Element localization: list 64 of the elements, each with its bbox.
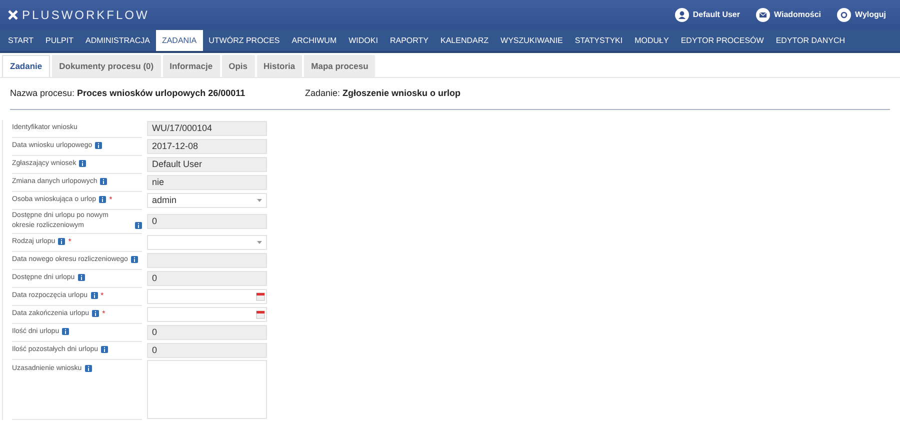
process-name: Nazwa procesu: Proces wniosków urlopowych 26/00011 <box>10 87 246 100</box>
tab[interactable]: Informacje <box>162 55 220 77</box>
info-icon[interactable] <box>79 160 86 166</box>
tab[interactable]: Opis <box>222 55 254 77</box>
logo-text: PLUSWORKFLOW <box>22 7 150 24</box>
tab[interactable]: Historia <box>256 55 302 77</box>
readonly-field: Default User <box>147 157 267 172</box>
date-field[interactable] <box>147 289 267 304</box>
readonly-field: 0 <box>147 343 267 358</box>
logo-icon <box>8 10 18 20</box>
caret-icon <box>257 199 262 202</box>
readonly-field: 2017-12-08 <box>147 139 267 154</box>
header-link[interactable]: Wiadomości <box>756 8 822 22</box>
info-icon[interactable] <box>92 310 100 316</box>
info-icon[interactable] <box>101 346 108 352</box>
info-icon[interactable] <box>90 292 98 298</box>
date-field[interactable] <box>147 307 267 322</box>
info-icon[interactable] <box>84 364 92 372</box>
nav-item[interactable]: EDYTOR DANYCH <box>770 30 852 51</box>
readonly-field: 0 <box>147 271 267 286</box>
info-icon[interactable] <box>62 328 70 334</box>
required-mark: * <box>109 194 112 204</box>
readonly-field: WU/17/000104 <box>147 121 267 136</box>
nav-item[interactable]: WIDOKI <box>342 30 384 51</box>
nav-item[interactable]: ZADANIA <box>156 30 203 51</box>
info-icon[interactable] <box>78 274 85 280</box>
info-icon[interactable] <box>99 196 106 202</box>
required-mark: * <box>100 290 104 300</box>
calendar-icon[interactable] <box>256 292 265 301</box>
caret-icon <box>257 241 262 244</box>
nav-item[interactable]: ARCHIWUM <box>286 30 343 51</box>
tab[interactable]: Dokumenty procesu (0) <box>52 55 161 77</box>
nav-item[interactable]: MODUŁY <box>628 30 675 51</box>
user-icon <box>674 8 689 22</box>
readonly-field: 0 <box>147 214 267 229</box>
dropdown-field[interactable]: admin <box>147 193 267 208</box>
nav-item[interactable]: UTWÓRZ PROCES <box>202 30 286 51</box>
tab[interactable]: Mapa procesu <box>304 55 376 77</box>
nav-item[interactable]: RAPORTY <box>384 30 434 51</box>
nav-item[interactable]: EDYTOR PROCESÓW <box>674 30 770 51</box>
info-icon[interactable] <box>100 178 108 184</box>
info-icon[interactable] <box>130 256 138 262</box>
header-link[interactable]: Default User <box>674 8 740 22</box>
required-mark: * <box>102 308 106 318</box>
nav-item[interactable]: START <box>2 30 40 51</box>
required-mark: * <box>68 236 72 246</box>
info-icon[interactable] <box>95 142 102 148</box>
power-icon <box>837 8 852 22</box>
nav-item[interactable]: ADMINISTRACJA <box>80 30 156 51</box>
readonly-field: nie <box>147 175 267 190</box>
header-link[interactable]: Wyloguj <box>837 8 886 22</box>
info-icon[interactable] <box>135 222 142 228</box>
readonly-field: 0 <box>147 325 267 340</box>
nav-item[interactable]: PULPIT <box>39 30 80 51</box>
nav-item[interactable]: KALENDARZ <box>434 30 495 51</box>
info-icon[interactable] <box>58 238 66 244</box>
task-name: Zadanie: Zgłoszenie wniosku o urlop <box>305 87 461 100</box>
calendar-icon[interactable] <box>256 310 265 319</box>
textarea-field[interactable] <box>147 360 267 418</box>
tab[interactable]: Zadanie <box>2 55 50 77</box>
envelope-icon <box>756 8 770 22</box>
nav-item[interactable]: WYSZUKIWANIE <box>494 30 569 51</box>
nav-item[interactable]: STATYSTYKI <box>568 30 629 51</box>
dropdown-field[interactable] <box>147 235 267 250</box>
